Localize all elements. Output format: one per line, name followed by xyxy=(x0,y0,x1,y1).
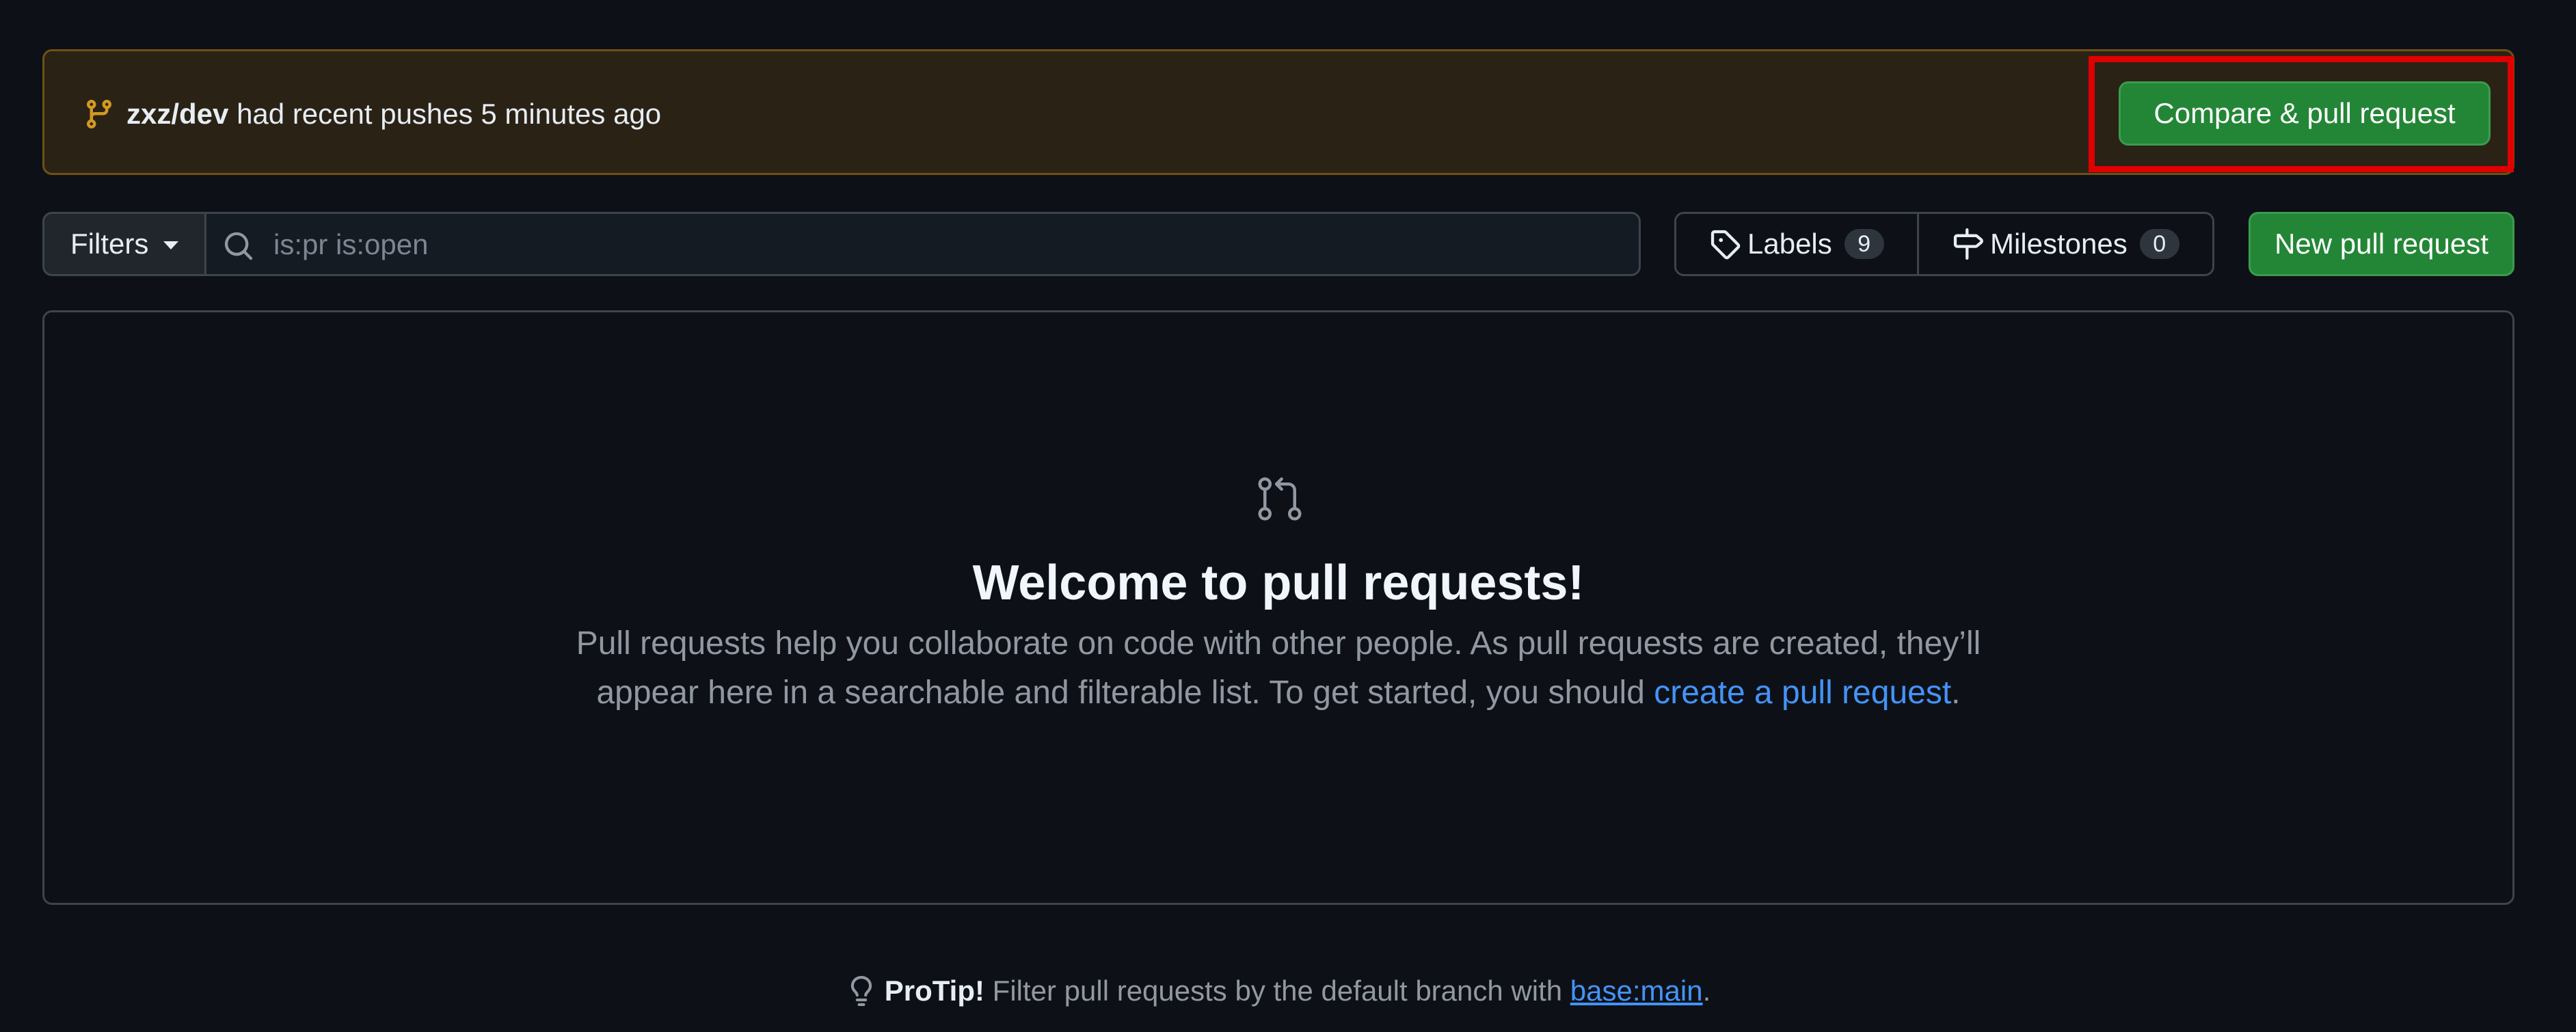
filters-button[interactable]: Filters xyxy=(42,212,206,276)
labels-button[interactable]: Labels 9 xyxy=(1674,212,1919,276)
milestones-label: Milestones xyxy=(1990,228,2128,260)
base-main-link[interactable]: base:main xyxy=(1570,975,1703,1007)
labels-count-badge: 9 xyxy=(1844,229,1884,259)
blankslate-description: Pull requests help you collaborate on co… xyxy=(547,619,2010,718)
tag-icon xyxy=(1710,230,1741,260)
git-pull-request-icon xyxy=(1258,477,1302,521)
new-pull-request-button[interactable]: New pull request xyxy=(2249,212,2514,276)
recent-pushes-message: had recent pushes 5 minutes ago xyxy=(228,98,662,130)
protip-label: ProTip! xyxy=(884,975,984,1007)
light-bulb-icon xyxy=(850,976,872,1006)
search-icon xyxy=(224,232,253,260)
blankslate-title: Welcome to pull requests! xyxy=(972,556,1585,610)
protip-text: Filter pull requests by the default bran… xyxy=(984,975,1570,1007)
protip-suffix: . xyxy=(1702,975,1711,1007)
git-branch-icon xyxy=(86,100,111,129)
caret-down-icon xyxy=(163,241,179,249)
create-pull-request-link[interactable]: create a pull request xyxy=(1654,675,1951,711)
recent-pushes-text: zxz/dev had recent pushes 5 minutes ago xyxy=(126,94,661,135)
milestones-count-badge: 0 xyxy=(2139,229,2179,259)
milestone-icon xyxy=(1953,228,1983,260)
branch-name[interactable]: zxz/dev xyxy=(126,98,228,130)
recent-pushes-banner: zxz/dev had recent pushes 5 minutes ago … xyxy=(42,49,2514,175)
search-input[interactable] xyxy=(272,214,1574,275)
filters-label: Filters xyxy=(70,228,149,260)
labels-label: Labels xyxy=(1747,228,1832,260)
milestones-button[interactable]: Milestones 0 xyxy=(1917,212,2214,276)
search-field[interactable] xyxy=(204,212,1641,276)
compare-pull-request-button[interactable]: Compare & pull request xyxy=(2119,81,2491,146)
blankslate-description-suffix: . xyxy=(1951,675,1961,711)
protip: ProTip! Filter pull requests by the defa… xyxy=(0,970,2557,1011)
